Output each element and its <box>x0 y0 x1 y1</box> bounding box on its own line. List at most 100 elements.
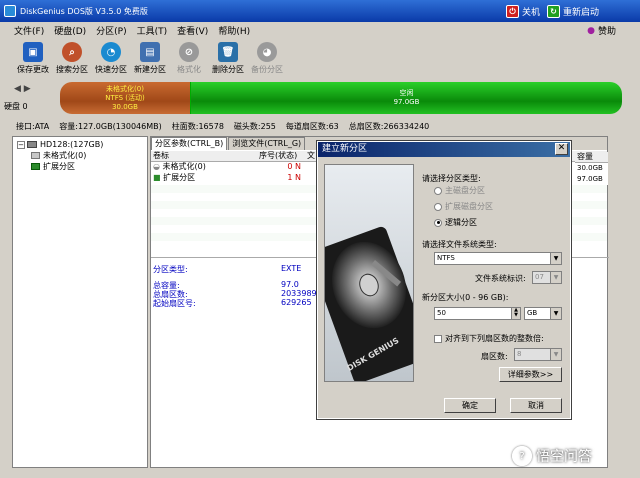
radio-label: 逻辑分区 <box>445 218 477 227</box>
tree-item-unformatted[interactable]: 未格式化(0) <box>17 150 143 161</box>
partition-size-input[interactable]: 50 ▲ ▼ <box>434 307 521 320</box>
sectors-label: 扇区数: <box>481 352 508 361</box>
size-unit-value: GB <box>527 309 538 317</box>
disk-nav-arrows[interactable]: ◀ ▶ <box>14 84 31 94</box>
stepper-arrows-icon[interactable]: ▲ ▼ <box>511 308 520 319</box>
radio-circle-selected <box>434 218 442 227</box>
close-icon: ✕ <box>557 143 566 153</box>
partition-size-value: 50 <box>437 309 446 317</box>
new-partition-icon: ▤ <box>140 42 160 62</box>
shutdown-button[interactable]: ⏻ 关机 <box>506 4 540 19</box>
capacity-info: 容量:127.0GB(130046MB) <box>59 121 162 131</box>
partition-size: 97.0GB <box>393 98 420 106</box>
cancel-button[interactable]: 取消 <box>510 398 562 413</box>
search-partition-button[interactable]: ⌕ 搜索分区 <box>53 40 91 80</box>
search-icon: ⌕ <box>62 42 82 62</box>
tool-label: 保存更改 <box>17 65 49 74</box>
disk-map: ◀ ▶ 硬盘 0 未格式化(0) NTFS (活动) 30.0GB 空闲 97.… <box>0 80 640 118</box>
hard-disk-icon <box>27 141 37 148</box>
partition-type-label: 请选择分区类型: <box>422 174 481 183</box>
row-num-cell: 0 N <box>257 162 305 173</box>
partition-block-free[interactable]: 空闲 97.0GB <box>190 82 622 114</box>
restart-icon: ↻ <box>547 5 560 18</box>
row-status: N <box>295 162 301 171</box>
disk-tree: − HD128:(127GB) 未格式化(0) 扩展分区 <box>12 136 148 468</box>
restart-button[interactable]: ↻ 重新启动 <box>547 4 599 19</box>
menu-disk[interactable]: 硬盘(D) <box>54 24 86 37</box>
chevron-down-icon: ▼ <box>550 349 561 360</box>
sectors-select[interactable]: 8 ▼ <box>514 348 562 361</box>
radio-label: 扩展磁盘分区 <box>445 202 493 211</box>
row-label: 未格式化(0) <box>162 162 206 171</box>
start-sector-label: 起始扇区号: <box>153 299 196 308</box>
size-unit-select[interactable]: GB ▼ <box>524 307 562 320</box>
wukong-logo-icon: ? <box>512 446 532 466</box>
radio-primary-partition[interactable]: 主磁盘分区 <box>434 185 485 196</box>
partition-type-label: 分区类型: <box>153 265 188 274</box>
app-icon <box>4 5 16 17</box>
row-num: 1 <box>287 173 293 182</box>
sponsor-link[interactable]: ● 赞助 <box>587 24 616 38</box>
heart-icon: ● <box>587 25 595 36</box>
partition-fs: NTFS (活动) <box>105 94 145 102</box>
advanced-params-button[interactable]: 详细参数>> <box>499 367 562 382</box>
fs-id-select[interactable]: 07 ▼ <box>532 271 562 284</box>
delete-partition-button[interactable]: 🗑 删除分区 <box>209 40 247 80</box>
extended-partition-icon <box>31 163 40 170</box>
fs-type-label: 请选择文件系统类型: <box>422 240 497 249</box>
row-num-cell: 1 N <box>257 173 305 184</box>
menu-tools[interactable]: 工具(T) <box>137 24 168 37</box>
dialog-close-button[interactable]: ✕ <box>555 143 568 155</box>
header-capacity: 容量 <box>575 152 608 163</box>
disk-label: 硬盘 0 <box>4 102 28 111</box>
fs-type-value: NTFS <box>437 254 455 262</box>
tab-browse-files[interactable]: 浏览文件(CTRL_G) <box>228 137 306 150</box>
save-changes-button[interactable]: ▣ 保存更改 <box>14 40 52 80</box>
menu-file[interactable]: 文件(F) <box>14 24 44 37</box>
save-icon: ▣ <box>23 42 43 62</box>
menu-view[interactable]: 查看(V) <box>177 24 208 37</box>
cylinders-info: 柱面数:16578 <box>171 121 224 131</box>
tree-item-label: 扩展分区 <box>43 162 75 171</box>
tool-label: 备份分区 <box>251 65 283 74</box>
menu-partition[interactable]: 分区(P) <box>96 24 126 37</box>
radio-logical-partition[interactable]: 逻辑分区 <box>434 217 477 228</box>
heads-info: 磁头数:255 <box>233 121 276 131</box>
disk-info-bar: 接口:ATA 容量:127.0GB(130046MB) 柱面数:16578 磁头… <box>0 119 640 133</box>
new-partition-dialog: 建立新分区 ✕ DISK GENIUS 请选择分区类型: 主磁盘分区 扩展磁盘分 <box>316 140 572 420</box>
tree-item-extended[interactable]: 扩展分区 <box>17 161 143 172</box>
partition-block-unformatted[interactable]: 未格式化(0) NTFS (活动) 30.0GB <box>60 82 190 114</box>
row-status: N <box>295 173 301 182</box>
trash-icon: 🗑 <box>218 42 238 62</box>
chevron-down-icon: ▼ <box>550 272 561 283</box>
tool-label: 快速分区 <box>95 65 127 74</box>
tree-disk-node[interactable]: − HD128:(127GB) <box>17 139 143 150</box>
chevron-down-icon: ▼ <box>550 253 561 264</box>
chevron-down-icon: ▼ <box>550 308 561 319</box>
tool-label: 新建分区 <box>134 65 166 74</box>
tree-item-label: 未格式化(0) <box>43 151 87 160</box>
toolbar: ▣ 保存更改 ⌕ 搜索分区 ◔ 快速分区 ▤ 新建分区 ⊘ 格式化 🗑 删除分区… <box>0 40 640 80</box>
menu-help[interactable]: 帮助(H) <box>218 24 250 37</box>
align-sectors-checkbox[interactable]: 对齐到下列扇区数的整数倍: <box>434 333 544 344</box>
interface-info: 接口:ATA <box>16 121 50 131</box>
radio-extended-partition[interactable]: 扩展磁盘分区 <box>434 201 493 212</box>
quick-partition-button[interactable]: ◔ 快速分区 <box>92 40 130 80</box>
ok-button[interactable]: 确定 <box>444 398 496 413</box>
format-button[interactable]: ⊘ 格式化 <box>170 40 208 80</box>
capacity-column: 容量 30.0GB 97.0GB <box>575 152 608 185</box>
row-label-cell: ■ 扩展分区 <box>151 173 257 184</box>
radio-label: 主磁盘分区 <box>445 186 485 195</box>
shutdown-label: 关机 <box>522 8 541 18</box>
header-number: 序号(状态) <box>259 151 298 160</box>
new-partition-button[interactable]: ▤ 新建分区 <box>131 40 169 80</box>
capacity-cell: 97.0GB <box>577 175 603 183</box>
tab-partition-params[interactable]: 分区参数(CTRL_B) <box>151 137 228 150</box>
collapse-icon[interactable]: − <box>17 140 25 149</box>
fs-type-select[interactable]: NTFS ▼ <box>434 252 562 265</box>
total-sectors-value: 2033989 <box>281 289 317 298</box>
partition-size-label: 新分区大小(0 - 96 GB): <box>422 293 509 302</box>
backup-partition-button[interactable]: ◕ 备份分区 <box>248 40 286 80</box>
checkbox-label: 对齐到下列扇区数的整数倍: <box>445 334 544 343</box>
tool-label: 搜索分区 <box>56 65 88 74</box>
